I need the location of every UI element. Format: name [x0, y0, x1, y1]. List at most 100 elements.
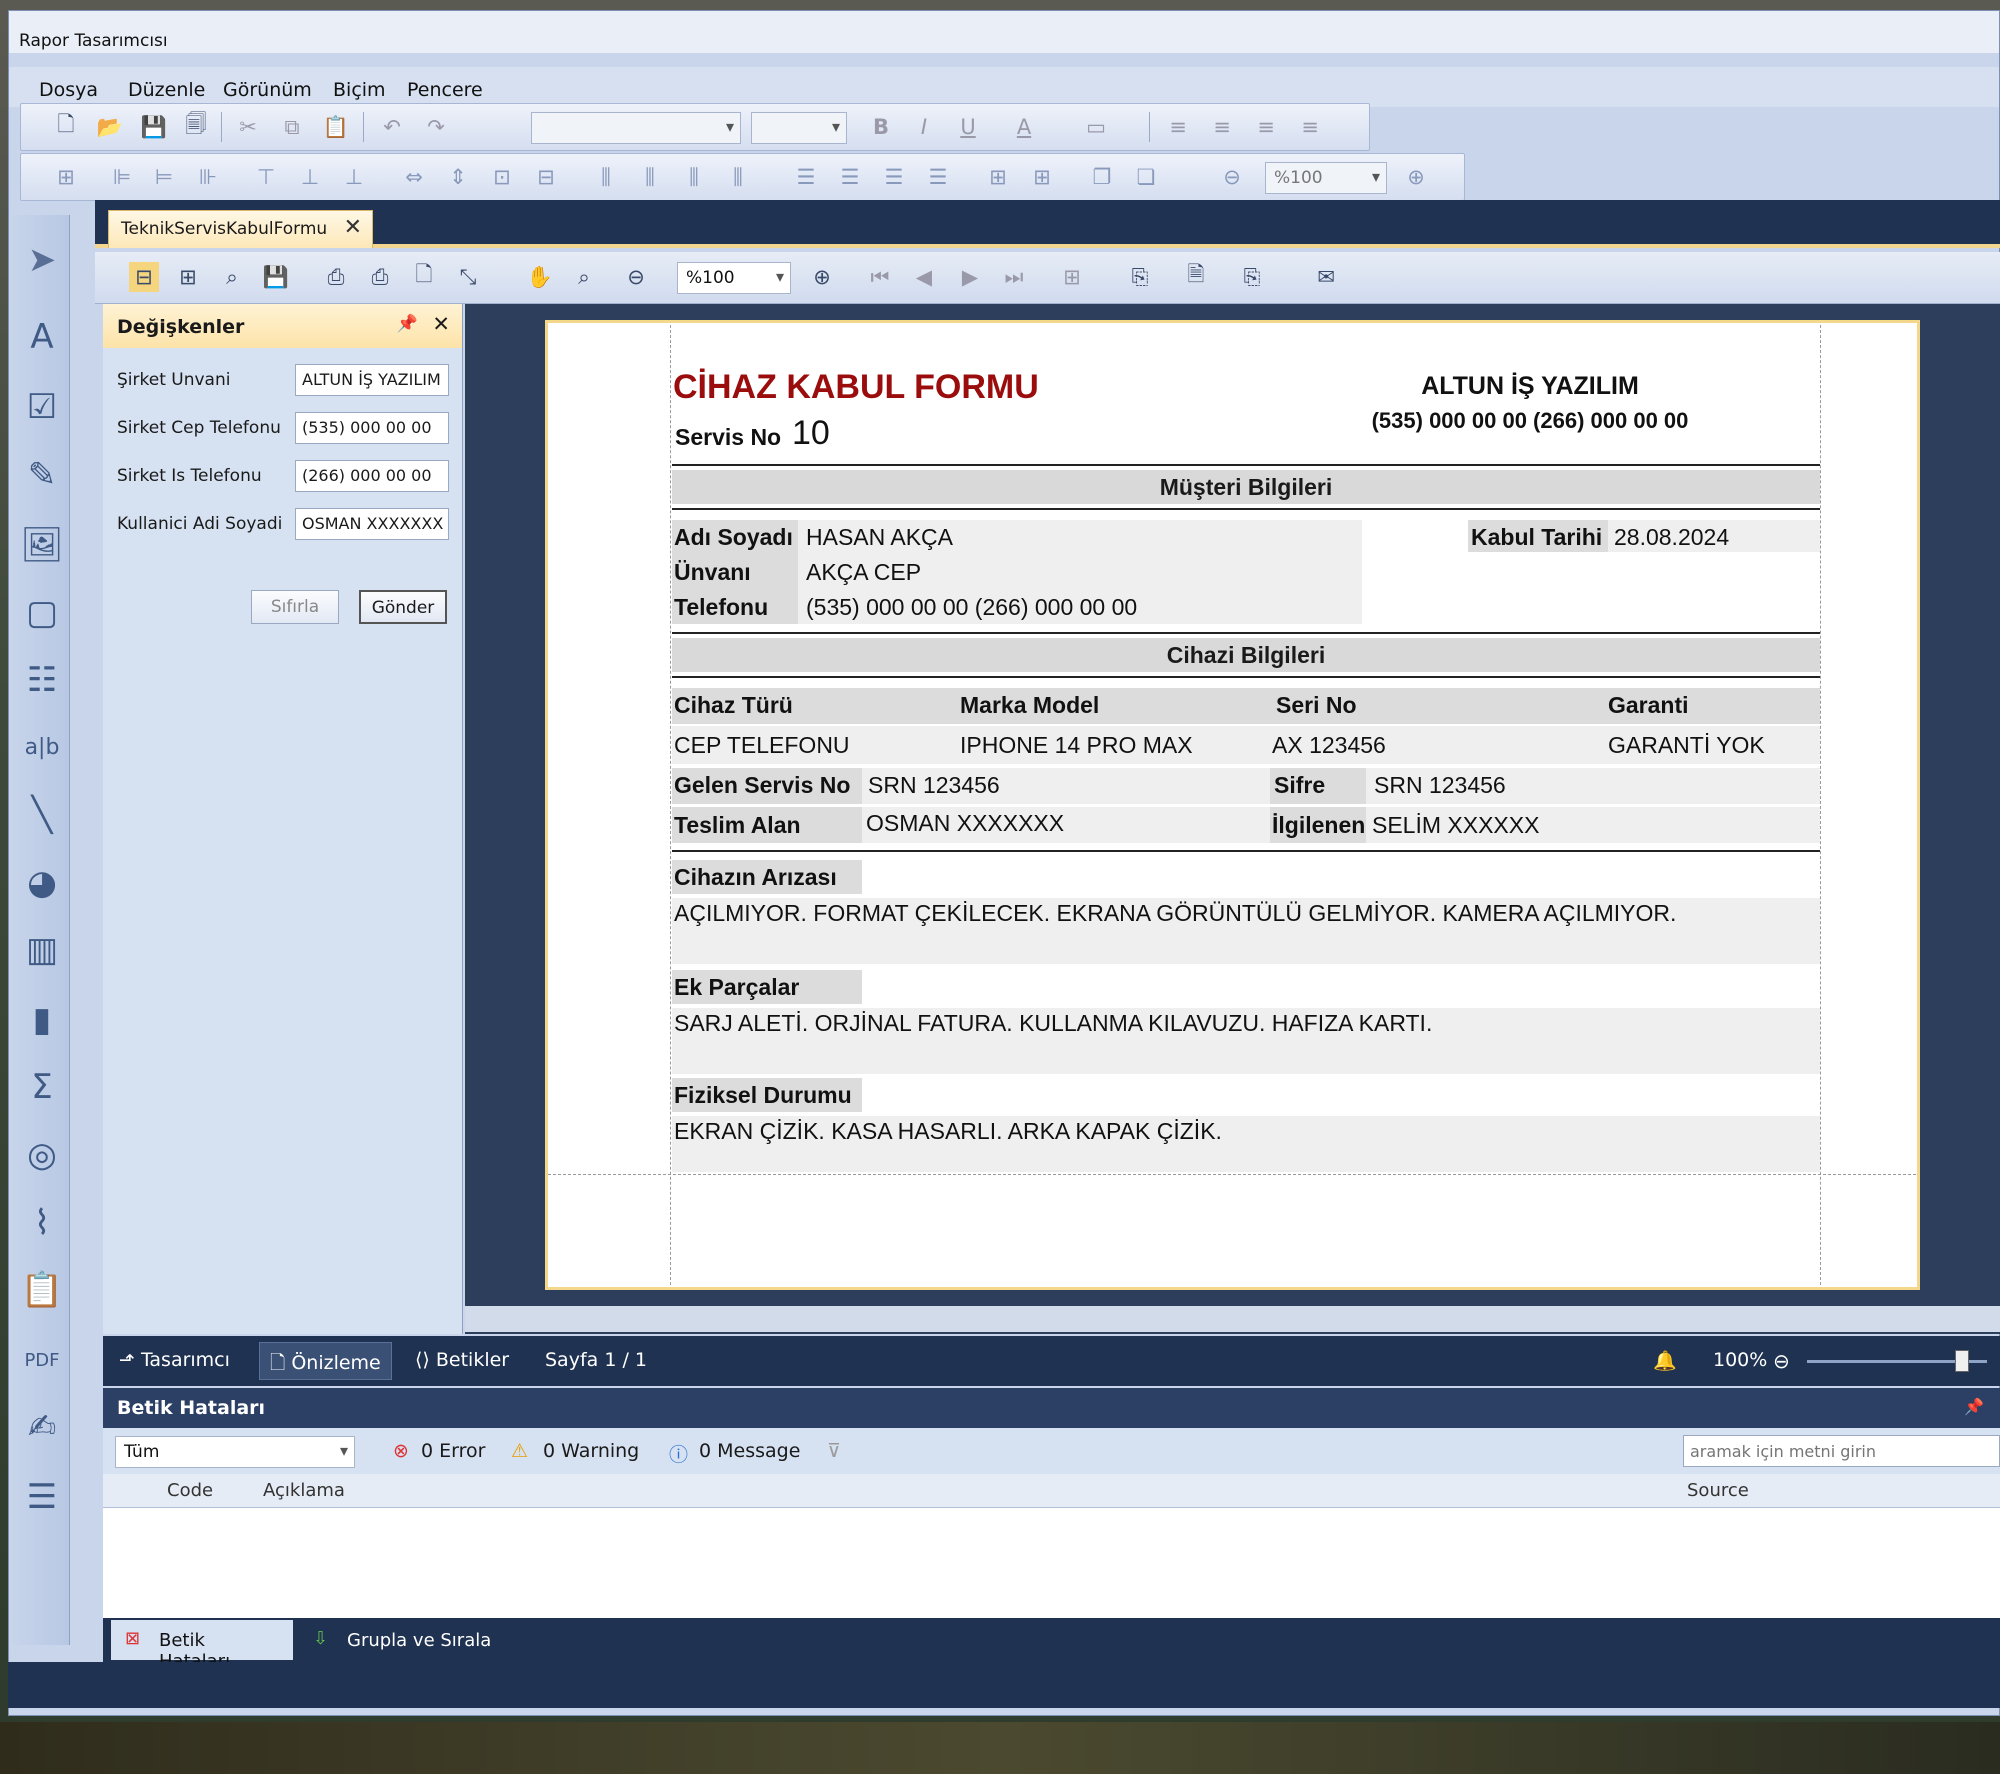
- prev-page-icon[interactable]: ◀: [909, 262, 939, 292]
- scripts-tab[interactable]: ⟨⟩ Betikler: [415, 1349, 509, 1371]
- save-all-icon[interactable]: 🗐: [181, 112, 211, 142]
- align-left-icon[interactable]: ≡: [1163, 112, 1193, 142]
- designer-zoom-combo[interactable]: %100: [1265, 162, 1387, 194]
- align-bottoms-icon[interactable]: ⊥: [339, 162, 369, 192]
- panel-tool-icon[interactable]: ▢: [22, 593, 62, 633]
- align-right-icon[interactable]: ≡: [1251, 112, 1281, 142]
- submit-button[interactable]: Gönder: [359, 590, 447, 624]
- align-tops-icon[interactable]: ⊤: [251, 162, 281, 192]
- var-input-mobile[interactable]: (535) 000 00 00: [295, 412, 449, 444]
- barcode-tool-icon[interactable]: ▥: [22, 930, 62, 970]
- copy-icon[interactable]: ⧉: [277, 112, 307, 142]
- col-code[interactable]: Code: [167, 1480, 213, 1501]
- var-input-workphone[interactable]: (266) 000 00 00: [295, 460, 449, 492]
- line-tool-icon[interactable]: ╲: [22, 795, 62, 835]
- horizontal-scrollbar[interactable]: [465, 1306, 2000, 1332]
- reset-button[interactable]: Sıfırla: [251, 590, 339, 624]
- quick-print-icon[interactable]: ⎙: [365, 262, 395, 292]
- table-tool-icon[interactable]: ☷: [22, 660, 62, 700]
- warning-count[interactable]: 0 Warning: [543, 1440, 639, 1462]
- hspace-decrease-icon[interactable]: ⫼: [679, 162, 709, 192]
- magnifier-icon[interactable]: ⌕: [569, 262, 599, 292]
- bold-icon[interactable]: B: [866, 112, 896, 142]
- multiple-pages-icon[interactable]: ⊞: [1057, 262, 1087, 292]
- send-email-icon[interactable]: ✉: [1311, 262, 1341, 292]
- print-icon[interactable]: ⎙: [321, 262, 351, 292]
- font-family-combo[interactable]: [531, 112, 741, 144]
- preview-zoom-in-icon[interactable]: ⊕: [807, 262, 837, 292]
- designer-tab[interactable]: ⬏ Tasarımcı: [119, 1349, 230, 1371]
- last-page-icon[interactable]: ⏭: [999, 262, 1029, 292]
- undo-icon[interactable]: ↶: [377, 112, 407, 142]
- tab-script-errors[interactable]: ⊠ Betik Hataları: [111, 1620, 293, 1672]
- menu-pencere[interactable]: Pencere: [407, 79, 483, 101]
- zoom-out-status-icon[interactable]: ⊖: [1773, 1349, 1790, 1373]
- size-to-grid-icon[interactable]: ⊟: [531, 162, 561, 192]
- preview-zoom-out-icon[interactable]: ⊖: [621, 262, 651, 292]
- scale-icon[interactable]: ⤡: [453, 262, 483, 292]
- parameters-icon[interactable]: ⊟: [129, 262, 159, 292]
- new-icon[interactable]: 🗋: [51, 112, 81, 142]
- same-width-icon[interactable]: ⇔: [399, 162, 429, 192]
- redo-icon[interactable]: ↷: [421, 112, 451, 142]
- snap-icon[interactable]: ⊞: [51, 162, 81, 192]
- tab-group-sort[interactable]: ⇩ Grupla ve Sırala: [299, 1620, 519, 1660]
- vspace-remove-icon[interactable]: ☰: [923, 162, 953, 192]
- close-panel-icon[interactable]: ✕: [432, 312, 450, 336]
- vspace-equal-icon[interactable]: ☰: [791, 162, 821, 192]
- preview-tab[interactable]: 🗋 Önizleme: [259, 1342, 392, 1380]
- page-setup-icon[interactable]: 🗋: [409, 262, 439, 292]
- error-count[interactable]: 0 Error: [421, 1440, 485, 1462]
- send-to-back-icon[interactable]: ❏: [1131, 162, 1161, 192]
- underline-icon[interactable]: U: [953, 112, 983, 142]
- preview-zoom-combo[interactable]: %100: [677, 262, 791, 294]
- menu-duzenle[interactable]: Düzenle: [128, 79, 205, 101]
- var-input-company[interactable]: ALTUN İŞ YAZILIM: [295, 364, 449, 396]
- align-rights-icon[interactable]: ⊪: [193, 162, 223, 192]
- bell-icon[interactable]: 🔔: [1653, 1349, 1677, 1372]
- next-page-icon[interactable]: ▶: [955, 262, 985, 292]
- hspace-remove-icon[interactable]: ⫼: [723, 162, 753, 192]
- cut-icon[interactable]: ✂: [233, 112, 263, 142]
- toc-tool-icon[interactable]: ☰: [22, 1477, 62, 1517]
- italic-icon[interactable]: I: [909, 112, 939, 142]
- error-filter-combo[interactable]: Tüm: [115, 1436, 355, 1468]
- zoom-out-icon[interactable]: ⊖: [1217, 162, 1247, 192]
- background-icon[interactable]: ⎘: [1125, 262, 1155, 292]
- vspace-increase-icon[interactable]: ☰: [835, 162, 865, 192]
- tab-teknik-servis[interactable]: TeknikServisKabulFormu ✕: [108, 210, 373, 248]
- bring-to-front-icon[interactable]: ❐: [1087, 162, 1117, 192]
- center-vertically-icon[interactable]: ⊞: [1027, 162, 1057, 192]
- pointer-icon[interactable]: ➤: [22, 240, 62, 280]
- label-tool-icon[interactable]: A: [22, 317, 62, 357]
- picture-tool-icon[interactable]: 🖼: [20, 525, 63, 565]
- document-map-icon[interactable]: ⊞: [173, 262, 203, 292]
- gauge-tool-icon[interactable]: ◎: [22, 1135, 62, 1175]
- menu-gorunum[interactable]: Görünüm: [223, 79, 312, 101]
- sparkline-tool-icon[interactable]: ⌇: [22, 1203, 62, 1243]
- save-icon[interactable]: 💾: [139, 112, 169, 142]
- same-size-icon[interactable]: ⊡: [487, 162, 517, 192]
- pin-icon[interactable]: 📌: [397, 314, 418, 334]
- export-icon[interactable]: ⎘: [1237, 262, 1267, 292]
- hand-tool-icon[interactable]: ✋: [525, 262, 555, 292]
- message-count[interactable]: 0 Message: [699, 1440, 800, 1462]
- hspace-equal-icon[interactable]: ⫼: [591, 162, 621, 192]
- zoom-slider-thumb[interactable]: [1954, 1350, 1969, 1372]
- error-search-input[interactable]: [1683, 1435, 2000, 1467]
- align-centers-icon[interactable]: ⊨: [149, 162, 179, 192]
- character-comb-icon[interactable]: a|b: [22, 727, 62, 767]
- summary-tool-icon[interactable]: Σ: [22, 1067, 62, 1107]
- richtext-tool-icon[interactable]: ✎: [22, 455, 62, 495]
- align-center-icon[interactable]: ≡: [1207, 112, 1237, 142]
- first-page-icon[interactable]: ⏮: [865, 262, 895, 292]
- save-preview-icon[interactable]: 💾: [261, 262, 291, 292]
- center-horizontally-icon[interactable]: ⊞: [983, 162, 1013, 192]
- same-height-icon[interactable]: ⇕: [443, 162, 473, 192]
- errors-pin-icon[interactable]: 📌: [1964, 1397, 1984, 1416]
- subreport-tool-icon[interactable]: 📋: [21, 1270, 63, 1310]
- font-size-combo[interactable]: [751, 112, 847, 144]
- chart-tool-icon[interactable]: ▮: [22, 1000, 62, 1040]
- col-source[interactable]: Source: [1687, 1480, 1749, 1501]
- close-icon[interactable]: ✕: [344, 215, 362, 240]
